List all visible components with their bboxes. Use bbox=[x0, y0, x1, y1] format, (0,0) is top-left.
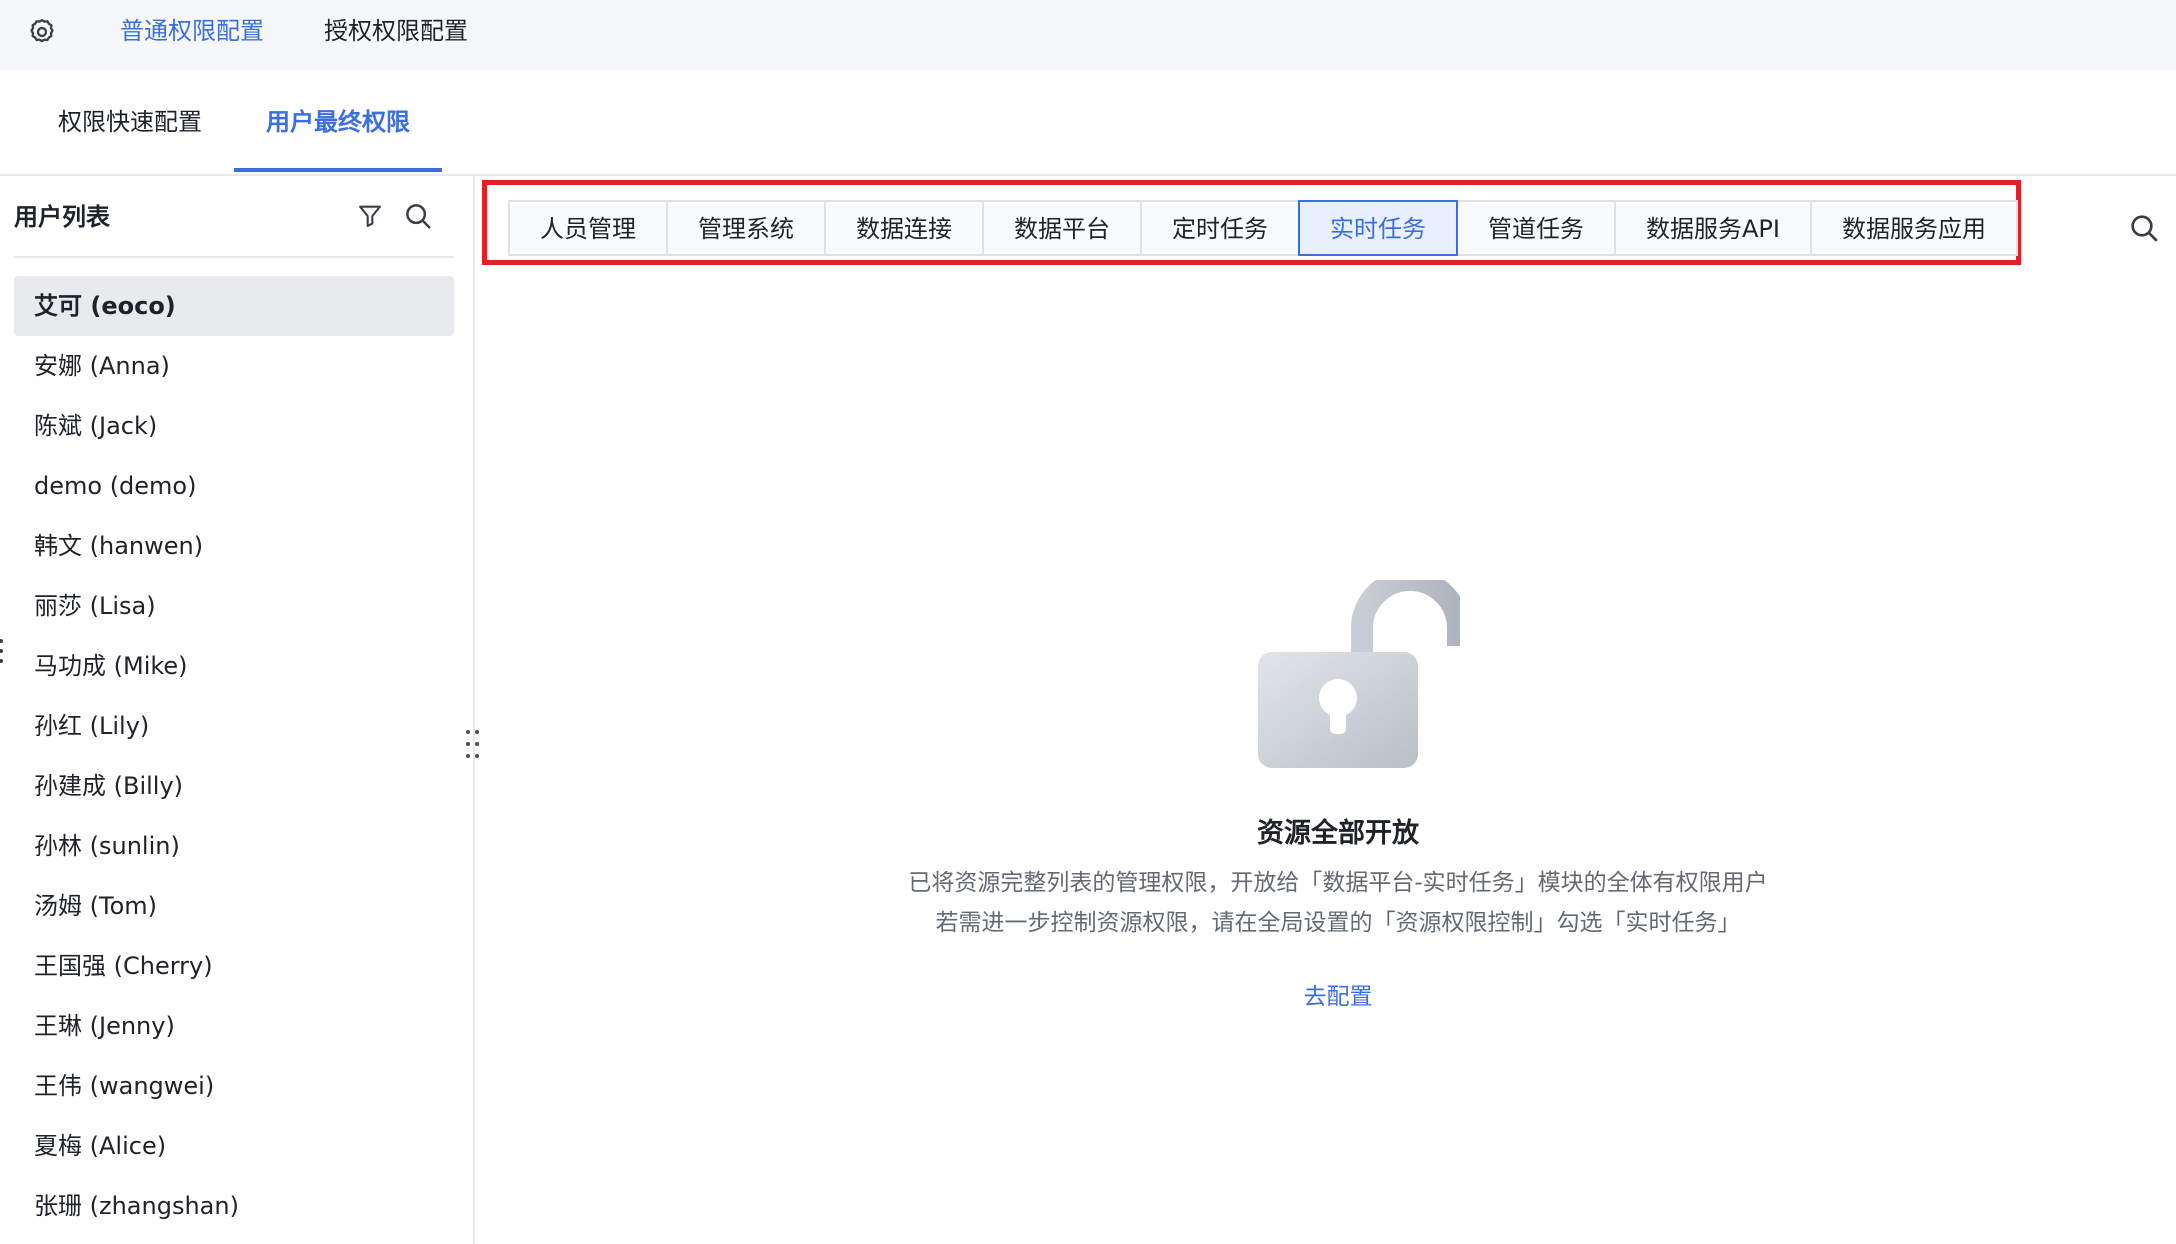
user-list-item[interactable]: 张珊 (zhangshan) bbox=[14, 1176, 454, 1236]
empty-state-title: 资源全部开放 bbox=[1257, 818, 1419, 849]
user-list-sidebar: 用户列表 艾可 (eoco) 安娜 (Anna) 陈斌 (Jack) demo … bbox=[0, 176, 475, 1244]
empty-state-description-line2: 若需进一步控制资源权限，请在全局设置的「资源权限控制」勾选「实时任务」 bbox=[935, 910, 1741, 936]
module-tabs: 人员管理 管理系统 数据连接 数据平台 定时任务 实时任务 管道任务 数据服务A… bbox=[508, 200, 2018, 256]
search-icon[interactable] bbox=[400, 198, 436, 234]
tab-data-connection[interactable]: 数据连接 bbox=[824, 200, 984, 256]
sidebar-divider bbox=[14, 256, 454, 258]
user-list-item-selected[interactable]: 艾可 (eoco) bbox=[14, 276, 454, 336]
filter-icon[interactable] bbox=[352, 198, 388, 234]
gear-icon[interactable] bbox=[26, 16, 58, 48]
tab-realtime-tasks[interactable]: 实时任务 bbox=[1298, 200, 1458, 256]
sidebar-title: 用户列表 bbox=[14, 203, 110, 231]
empty-state-description-line1: 已将资源完整列表的管理权限，开放给「数据平台-实时任务」模块的全体有权限用户 bbox=[908, 870, 1768, 896]
user-list-item[interactable]: 孙建成 (Billy) bbox=[14, 756, 454, 816]
user-list-item[interactable]: 夏梅 (Alice) bbox=[14, 1116, 454, 1176]
user-list-item[interactable]: 王琳 (Jenny) bbox=[14, 996, 454, 1056]
top-navigation-bar: 普通权限配置 授权权限配置 bbox=[0, 0, 2176, 70]
tab-authorization-permission-config[interactable]: 授权权限配置 bbox=[324, 14, 468, 48]
tab-personnel-management[interactable]: 人员管理 bbox=[508, 200, 668, 256]
user-list-item[interactable]: 孙林 (sunlin) bbox=[14, 816, 454, 876]
go-configure-link[interactable]: 去配置 bbox=[476, 980, 2176, 1014]
collapse-handle-icon[interactable] bbox=[0, 636, 4, 666]
panel-resize-handle-icon[interactable] bbox=[462, 726, 484, 762]
user-list-item[interactable]: 丽莎 (Lisa) bbox=[14, 576, 454, 636]
tab-scheduled-tasks[interactable]: 定时任务 bbox=[1140, 200, 1300, 256]
user-list-item[interactable]: 王伟 (wangwei) bbox=[14, 1056, 454, 1116]
tab-data-platform[interactable]: 数据平台 bbox=[982, 200, 1142, 256]
user-list-item[interactable]: demo (demo) bbox=[14, 456, 454, 516]
active-tab-underline bbox=[234, 168, 442, 172]
tab-quick-permission-config[interactable]: 权限快速配置 bbox=[58, 105, 202, 139]
user-list-item[interactable]: 安娜 (Anna) bbox=[14, 336, 454, 396]
tab-management-system[interactable]: 管理系统 bbox=[666, 200, 826, 256]
user-list-item[interactable]: 韩文 (hanwen) bbox=[14, 516, 454, 576]
user-list-item[interactable]: 王国强 (Cherry) bbox=[14, 936, 454, 996]
tab-user-final-permissions[interactable]: 用户最终权限 bbox=[266, 105, 410, 139]
tab-general-permission-config[interactable]: 普通权限配置 bbox=[120, 14, 264, 48]
user-list: 艾可 (eoco) 安娜 (Anna) 陈斌 (Jack) demo (demo… bbox=[14, 276, 454, 1236]
search-icon[interactable] bbox=[2126, 210, 2162, 246]
tab-data-service-app[interactable]: 数据服务应用 bbox=[1809, 200, 2018, 256]
unlocked-padlock-icon bbox=[1254, 569, 1469, 770]
user-list-item[interactable]: 马功成 (Mike) bbox=[14, 636, 454, 696]
tab-data-service-api[interactable]: 数据服务API bbox=[1614, 200, 1812, 256]
user-list-item[interactable]: 汤姆 (Tom) bbox=[14, 876, 454, 936]
user-list-item[interactable]: 孙红 (Lily) bbox=[14, 696, 454, 756]
tab-pipeline-tasks[interactable]: 管道任务 bbox=[1456, 200, 1616, 256]
secondary-tabs: 权限快速配置 用户最终权限 bbox=[0, 70, 2176, 176]
user-list-item[interactable]: 陈斌 (Jack) bbox=[14, 396, 454, 456]
